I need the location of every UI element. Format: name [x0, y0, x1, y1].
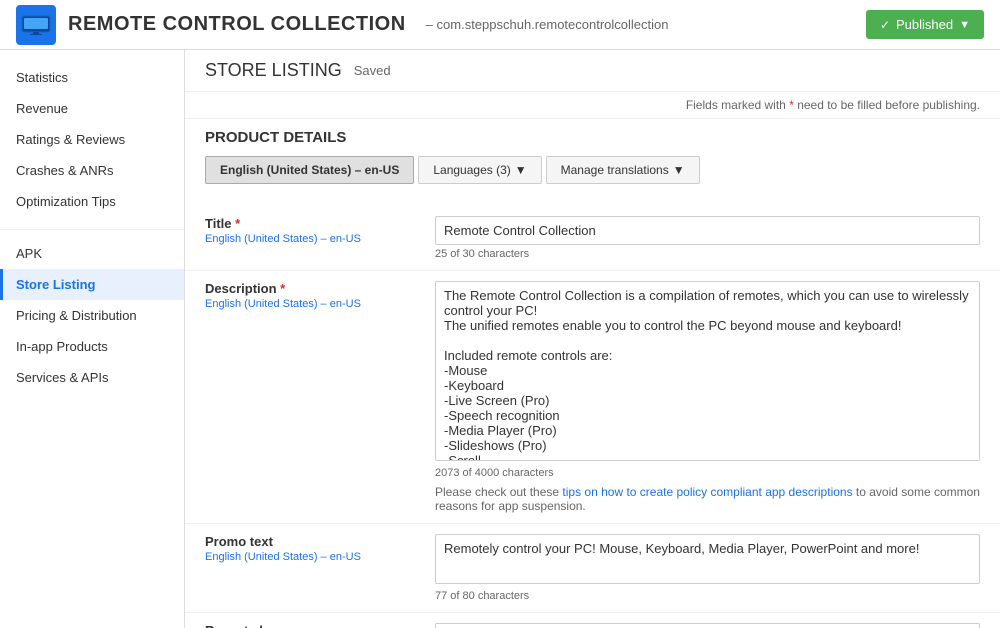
description-textarea[interactable]: The Remote Control Collection is a compi… [435, 281, 980, 461]
manage-translations-arrow-icon: ▼ [673, 163, 685, 177]
languages-tab-label: Languages (3) [433, 163, 510, 177]
recent-changes-textarea[interactable]: Version 1.8.0.0 -New live screen remote … [435, 623, 980, 628]
sidebar-section-publish: APK Store Listing Pricing & Distribution… [0, 229, 184, 393]
manage-translations-button[interactable]: Manage translations ▼ [546, 156, 700, 184]
sidebar-item-services-apis[interactable]: Services & APIs [0, 362, 184, 393]
title-row: Title * English (United States) – en-US … [185, 206, 1000, 271]
description-label: Description * [205, 281, 435, 296]
promo-label: Promo text [205, 534, 435, 549]
recent-changes-label: Recent changes [205, 623, 435, 628]
product-details-section: PRODUCT DETAILS English (United States) … [185, 119, 1000, 206]
promo-char-count: 77 of 80 characters [435, 590, 980, 602]
description-sublabel: English (United States) – en-US [205, 298, 435, 310]
header-left: REMOTE CONTROL COLLECTION – com.steppsch… [16, 5, 668, 45]
store-listing-title: STORE LISTING [205, 60, 342, 81]
sidebar-item-crashes-anrs[interactable]: Crashes & ANRs [0, 155, 184, 186]
sidebar-item-statistics[interactable]: Statistics [0, 62, 184, 93]
fields-notice: Fields marked with * need to be filled b… [185, 92, 1000, 119]
languages-dropdown-icon: ▼ [515, 163, 527, 177]
description-char-count: 2073 of 4000 characters [435, 467, 980, 479]
description-row: Description * English (United States) – … [185, 271, 1000, 524]
published-label: Published [896, 17, 953, 32]
sidebar-item-in-app-products[interactable]: In-app Products [0, 331, 184, 362]
title-label: Title * [205, 216, 435, 231]
description-label-col: Description * English (United States) – … [205, 281, 435, 513]
english-tab-label: English (United States) – en-US [220, 163, 399, 177]
title-label-col: Title * English (United States) – en-US [205, 216, 435, 260]
title-input[interactable] [435, 216, 980, 245]
description-input-col: The Remote Control Collection is a compi… [435, 281, 980, 513]
recent-changes-label-col: Recent changes English (United States) –… [205, 623, 435, 628]
dropdown-arrow-icon: ▼ [959, 19, 970, 31]
manage-translations-label: Manage translations [561, 163, 669, 177]
recent-changes-input-col: Version 1.8.0.0 -New live screen remote … [435, 623, 980, 628]
promo-sublabel: English (United States) – en-US [205, 551, 435, 563]
app-header: REMOTE CONTROL COLLECTION – com.steppsch… [0, 0, 1000, 50]
sidebar-item-ratings-reviews[interactable]: Ratings & Reviews [0, 124, 184, 155]
app-title: REMOTE CONTROL COLLECTION [68, 13, 406, 36]
promo-row: Promo text English (United States) – en-… [185, 524, 1000, 613]
required-star: * [789, 98, 794, 112]
title-char-count: 25 of 30 characters [435, 248, 980, 260]
description-hint: Please check out these tips on how to cr… [435, 485, 980, 513]
description-required-star: * [280, 281, 285, 296]
languages-tab[interactable]: Languages (3) ▼ [418, 156, 541, 184]
store-listing-header: STORE LISTING Saved [185, 50, 1000, 92]
main-content: STORE LISTING Saved Fields marked with *… [185, 50, 1000, 628]
promo-textarea[interactable]: Remotely control your PC! Mouse, Keyboar… [435, 534, 980, 584]
sidebar-item-optimization-tips[interactable]: Optimization Tips [0, 186, 184, 217]
language-tabs: English (United States) – en-US Language… [205, 156, 980, 184]
main-layout: Statistics Revenue Ratings & Reviews Cra… [0, 50, 1000, 628]
title-required-star: * [235, 216, 240, 231]
title-input-col: 25 of 30 characters [435, 216, 980, 260]
saved-badge: Saved [354, 63, 391, 78]
promo-label-col: Promo text English (United States) – en-… [205, 534, 435, 602]
published-button[interactable]: ✓ Published ▼ [866, 10, 984, 39]
product-details-title: PRODUCT DETAILS [205, 129, 980, 146]
app-subtitle: – com.steppschuh.remotecontrolcollection [426, 17, 669, 32]
sidebar-item-apk[interactable]: APK [0, 238, 184, 269]
check-icon: ✓ [880, 18, 890, 32]
title-sublabel: English (United States) – en-US [205, 233, 435, 245]
recent-changes-row: Recent changes English (United States) –… [185, 613, 1000, 628]
sidebar-item-store-listing[interactable]: Store Listing [0, 269, 184, 300]
sidebar-item-revenue[interactable]: Revenue [0, 93, 184, 124]
app-icon [16, 5, 56, 45]
sidebar: Statistics Revenue Ratings & Reviews Cra… [0, 50, 185, 628]
promo-input-col: Remotely control your PC! Mouse, Keyboar… [435, 534, 980, 602]
sidebar-item-pricing-distribution[interactable]: Pricing & Distribution [0, 300, 184, 331]
description-hint-link[interactable]: tips on how to create policy compliant a… [562, 485, 852, 499]
english-tab[interactable]: English (United States) – en-US [205, 156, 414, 184]
